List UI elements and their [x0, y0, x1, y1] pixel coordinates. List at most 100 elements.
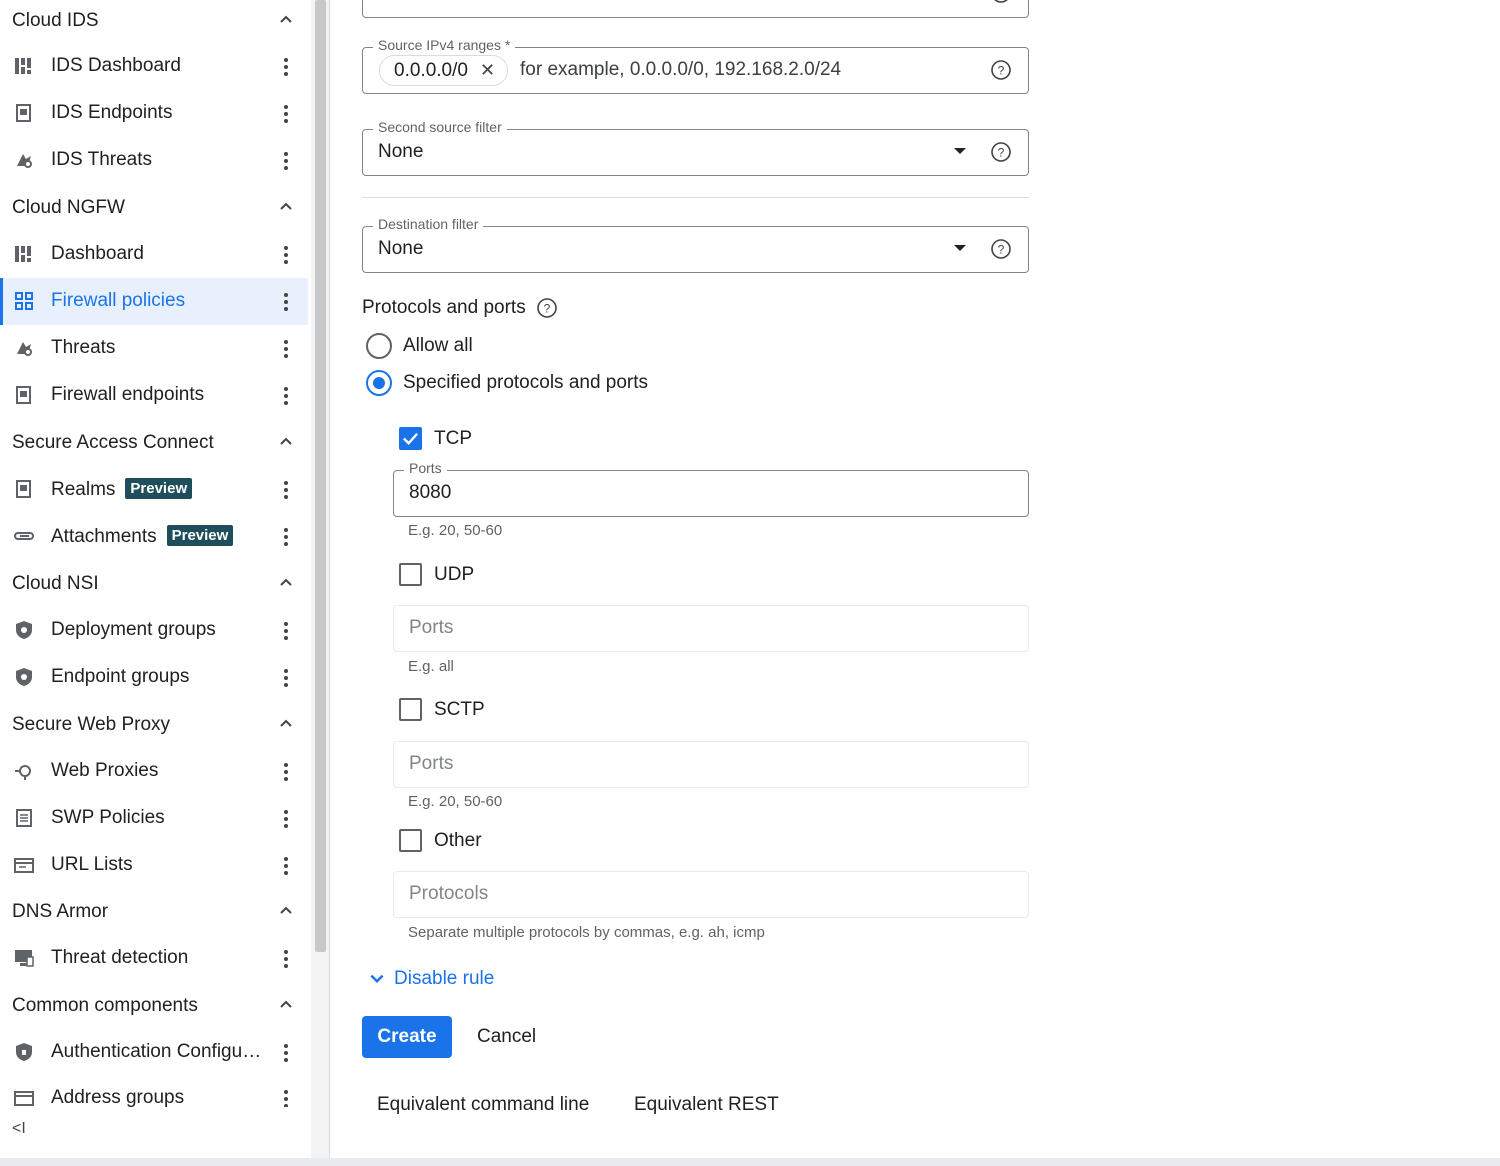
- section-cloud-ngfw[interactable]: Cloud NGFW: [0, 184, 308, 231]
- sidebar-item-endpoint-groups[interactable]: Endpoint groups: [0, 654, 308, 701]
- chevron-up-icon: [280, 578, 292, 586]
- more-vert-icon[interactable]: [280, 57, 292, 77]
- sidebar-item-deployment-groups[interactable]: Deployment groups: [0, 607, 308, 654]
- checkbox-label: UDP: [434, 563, 475, 585]
- dashboard-icon: [15, 246, 31, 262]
- sidebar-item-swp-policies[interactable]: SWP Policies: [0, 795, 308, 842]
- more-vert-icon[interactable]: [280, 668, 292, 688]
- source-filter-select[interactable]: [362, 0, 1029, 18]
- sidebar-item-attachments[interactable]: Attachments Preview: [0, 513, 308, 560]
- more-vert-icon[interactable]: [280, 104, 292, 124]
- sidebar-item-label: Firewall policies: [51, 290, 186, 311]
- more-vert-icon[interactable]: [280, 245, 292, 265]
- help-icon[interactable]: [990, 0, 1012, 4]
- section-common-components[interactable]: Common components: [0, 982, 308, 1029]
- sidebar-item-ids-dashboard[interactable]: IDS Dashboard: [0, 43, 308, 90]
- section-secure-web-proxy[interactable]: Secure Web Proxy: [0, 701, 308, 748]
- udp-ports-input[interactable]: Ports: [393, 605, 1029, 652]
- other-protocols-input[interactable]: Protocols: [393, 871, 1029, 918]
- more-vert-icon[interactable]: [280, 1043, 292, 1063]
- destination-filter-select[interactable]: Destination filter None ?: [362, 216, 1029, 273]
- dropdown-arrow-icon: [954, 148, 966, 154]
- section-heading: Protocols and ports: [362, 297, 526, 318]
- sidebar-item-ids-threats[interactable]: IDS Threats: [0, 137, 308, 184]
- tcp-ports-hint: E.g. 20, 50-60: [408, 522, 503, 539]
- sidebar-item-authentication-config[interactable]: Authentication Configu…: [0, 1029, 308, 1076]
- equivalent-rest-button[interactable]: Equivalent REST: [634, 1094, 779, 1116]
- tcp-ports-input[interactable]: Ports 8080: [393, 460, 1029, 517]
- sidebar-item-label: Attachments: [51, 526, 157, 547]
- sidebar-item-threat-detection[interactable]: Threat detection: [0, 935, 308, 982]
- section-title: Cloud IDS: [12, 9, 99, 31]
- dropdown-arrow-icon: [954, 245, 966, 251]
- section-secure-access-connect[interactable]: Secure Access Connect: [0, 419, 308, 466]
- check-icon: [403, 432, 419, 445]
- section-title: Cloud NSI: [12, 572, 99, 594]
- collapse-sidebar-button[interactable]: <I: [12, 1120, 32, 1140]
- help-icon[interactable]: ?: [536, 297, 558, 319]
- more-vert-icon[interactable]: [280, 292, 292, 312]
- radio-button[interactable]: [366, 370, 392, 396]
- more-vert-icon[interactable]: [280, 527, 292, 547]
- more-vert-icon[interactable]: [280, 151, 292, 171]
- checkbox[interactable]: [399, 427, 422, 450]
- sctp-checkbox[interactable]: SCTP: [399, 698, 485, 721]
- source-ranges-placeholder: for example, 0.0.0.0/0, 192.168.2.0/24: [520, 59, 842, 80]
- sidebar-item-label-wrap: Attachments Preview: [51, 525, 234, 548]
- disable-rule-toggle[interactable]: Disable rule: [368, 968, 494, 990]
- checkbox[interactable]: [399, 829, 422, 852]
- sidebar-item-realms[interactable]: Realms Preview: [0, 466, 308, 513]
- sidebar-item-label: Deployment groups: [51, 619, 216, 640]
- more-vert-icon[interactable]: [280, 809, 292, 829]
- other-checkbox[interactable]: Other: [399, 829, 482, 852]
- sidebar-item-url-lists[interactable]: URL Lists: [0, 842, 308, 889]
- more-vert-icon[interactable]: [280, 762, 292, 782]
- udp-checkbox[interactable]: UDP: [399, 563, 474, 586]
- help-icon[interactable]: ?: [990, 238, 1012, 260]
- preview-badge: Preview: [166, 525, 234, 546]
- sctp-ports-input[interactable]: Ports: [393, 741, 1029, 788]
- sidebar-item-address-groups[interactable]: Address groups: [0, 1075, 308, 1107]
- radio-button[interactable]: [366, 333, 392, 359]
- more-vert-icon[interactable]: [280, 856, 292, 876]
- cancel-button[interactable]: Cancel: [477, 1026, 536, 1048]
- chip-label: 0.0.0.0/0: [394, 60, 468, 81]
- help-icon[interactable]: ?: [990, 59, 1012, 81]
- section-cloud-ids[interactable]: Cloud IDS: [0, 0, 308, 44]
- help-icon[interactable]: ?: [990, 141, 1012, 163]
- ip-range-chip[interactable]: 0.0.0.0/0 ✕: [379, 55, 509, 86]
- more-vert-icon[interactable]: [280, 339, 292, 359]
- chevron-up-icon: [280, 719, 292, 727]
- checkbox[interactable]: [399, 563, 422, 586]
- sidebar-item-web-proxies[interactable]: Web Proxies: [0, 748, 308, 795]
- more-vert-icon[interactable]: [280, 621, 292, 641]
- chevron-up-icon: [280, 906, 292, 914]
- sidebar-item-threats[interactable]: Threats: [0, 325, 308, 372]
- more-vert-icon[interactable]: [280, 949, 292, 969]
- second-source-filter-select[interactable]: Second source filter None ?: [362, 119, 1029, 176]
- input-placeholder: Ports: [409, 617, 454, 638]
- more-vert-icon[interactable]: [280, 480, 292, 500]
- sidebar-item-ids-endpoints[interactable]: IDS Endpoints: [0, 90, 308, 137]
- equivalent-command-line-button[interactable]: Equivalent command line: [377, 1094, 589, 1116]
- svg-text:?: ?: [998, 64, 1005, 78]
- firewall-grid-icon: [15, 292, 33, 310]
- select-value: None: [378, 141, 424, 162]
- section-cloud-nsi[interactable]: Cloud NSI: [0, 560, 308, 607]
- dashboard-icon: [15, 58, 31, 74]
- tcp-checkbox[interactable]: TCP: [399, 427, 472, 450]
- checkbox[interactable]: [399, 698, 422, 721]
- close-icon[interactable]: ✕: [480, 56, 495, 85]
- more-vert-icon[interactable]: [280, 386, 292, 406]
- allow-all-radio[interactable]: Allow all: [366, 333, 473, 359]
- sidebar-item-firewall-endpoints[interactable]: Firewall endpoints: [0, 372, 308, 419]
- sidebar-scrollbar-thumb[interactable]: [315, 0, 326, 952]
- sidebar-item-dashboard[interactable]: Dashboard: [0, 231, 308, 278]
- sidebar-item-firewall-policies[interactable]: Firewall policies: [0, 278, 308, 325]
- create-button[interactable]: Create: [362, 1016, 452, 1058]
- specified-protocols-radio[interactable]: Specified protocols and ports: [366, 370, 648, 396]
- more-vert-icon[interactable]: [280, 1089, 292, 1107]
- section-dns-armor[interactable]: DNS Armor: [0, 888, 308, 935]
- source-ipv4-ranges-field[interactable]: Source IPv4 ranges * 0.0.0.0/0 ✕ for exa…: [362, 37, 1029, 94]
- protocols-section-title: Protocols and ports ?: [362, 297, 558, 319]
